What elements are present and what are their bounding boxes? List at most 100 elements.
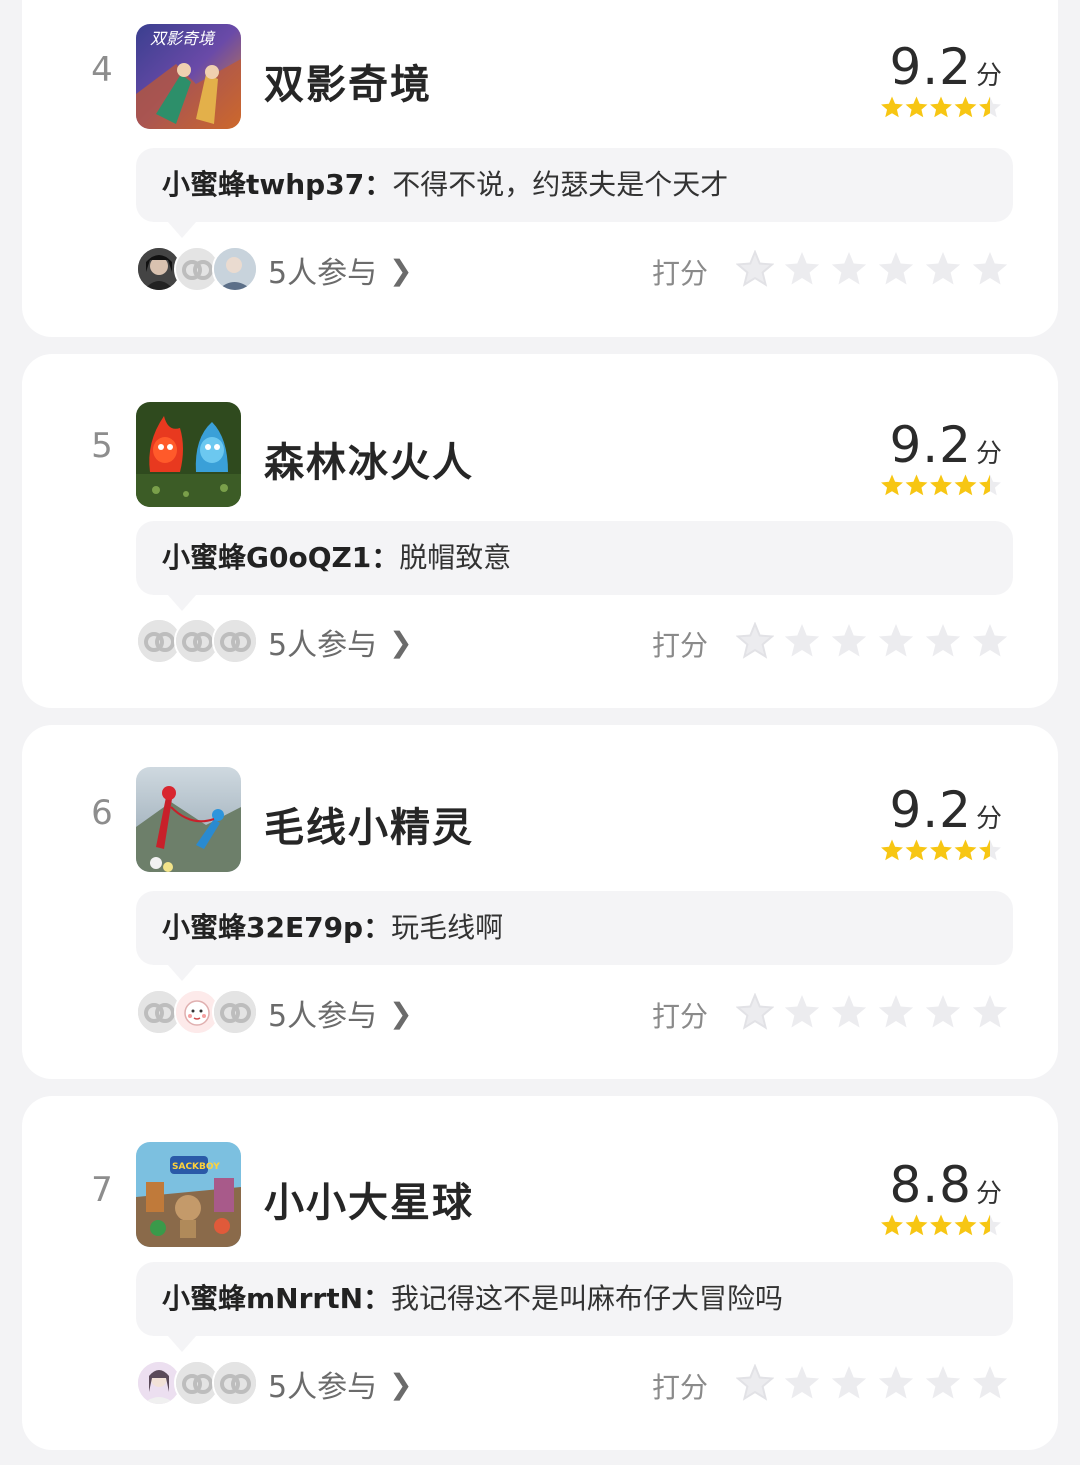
star-icon[interactable] — [830, 993, 868, 1031]
comment-user[interactable]: 小蜜蜂G0oQZ1： — [162, 541, 399, 574]
half-star-icon[interactable] — [736, 1364, 774, 1402]
cover-caption: 双影奇境 — [150, 29, 216, 48]
comment-text: 我记得这不是叫麻布仔大冒险吗 — [391, 1282, 784, 1315]
star-icon[interactable] — [783, 622, 821, 660]
score-value: 9.2 — [889, 38, 972, 96]
rating-star-icon — [905, 474, 928, 496]
chevron-right-icon: ❯ — [389, 625, 413, 659]
rate-label: 打分 — [652, 1000, 709, 1033]
participants-count: 5人参与 — [268, 256, 378, 291]
rating-star-icon — [979, 474, 1001, 496]
game-title[interactable]: 双影奇境 — [264, 52, 432, 110]
star-icon[interactable] — [830, 622, 868, 660]
rate-label: 打分 — [652, 1371, 709, 1404]
star-icon[interactable] — [877, 622, 915, 660]
rating-star-icon — [979, 839, 1001, 861]
avatar — [212, 1360, 258, 1406]
score-unit: 分 — [975, 439, 1002, 469]
average-rating-stars — [881, 96, 1001, 118]
rating-star-icon — [954, 96, 977, 118]
star-icon[interactable] — [877, 993, 915, 1031]
avatar — [212, 246, 258, 292]
sackboy-cover[interactable]: SACKBOY — [136, 1142, 241, 1247]
comment-text: 不得不说，约瑟夫是个天才 — [392, 168, 729, 201]
score-value: 9.2 — [889, 416, 972, 474]
rank-number: 4 — [91, 50, 113, 90]
score: 8.8 分 — [889, 1156, 1002, 1214]
top-comment[interactable]: 小蜜蜂mNrrtN：我记得这不是叫麻布仔大冒险吗 — [136, 1262, 1013, 1352]
star-icon[interactable] — [971, 1364, 1009, 1402]
top-comment[interactable]: 小蜜蜂G0oQZ1：脱帽致意 — [136, 521, 1013, 611]
star-icon[interactable] — [877, 250, 915, 288]
comment-user[interactable]: 小蜜蜂mNrrtN： — [162, 1282, 391, 1315]
rating-star-icon — [881, 96, 903, 118]
split-fiction-cover[interactable]: 双影奇境 — [136, 24, 241, 129]
comment-text: 脱帽致意 — [399, 541, 512, 574]
avatar — [212, 618, 258, 664]
top-comment[interactable]: 小蜜蜂twhp37：不得不说，约瑟夫是个天才 — [136, 148, 1013, 238]
rating-star-icon — [954, 1214, 977, 1236]
comment-text: 玩毛线啊 — [391, 911, 504, 944]
star-icon[interactable] — [783, 1364, 821, 1402]
star-icon[interactable] — [783, 250, 821, 288]
rating-star-icon — [979, 96, 1001, 118]
participants-link[interactable]: 5人参与 ❯ — [268, 1362, 413, 1406]
score: 9.2 分 — [889, 38, 1002, 96]
rating-star-icon — [930, 96, 952, 118]
star-icon[interactable] — [830, 1364, 868, 1402]
star-icon[interactable] — [924, 622, 962, 660]
game-card[interactable]: 4 双影奇境 双影奇境 9.2 分 小蜜蜂twhp37：不得不说，约瑟夫是个天才… — [22, 0, 1058, 337]
participants-count: 5人参与 — [268, 628, 378, 663]
average-rating-stars — [881, 839, 1001, 861]
unravel-cover[interactable] — [136, 767, 241, 872]
half-star-icon[interactable] — [736, 622, 774, 660]
rating-star-icon — [954, 474, 977, 496]
rating-star-icon — [905, 96, 928, 118]
cover-caption: SACKBOY — [172, 1162, 220, 1172]
star-icon[interactable] — [924, 993, 962, 1031]
rating-star-icon — [954, 839, 977, 861]
game-card[interactable]: 6 毛线小精灵 9.2 分 小蜜蜂32E79p：玩毛线啊 5人参与 ❯ 打分 — [22, 725, 1058, 1079]
game-title[interactable]: 毛线小精灵 — [264, 795, 474, 853]
score: 9.2 分 — [889, 416, 1002, 474]
rate-label: 打分 — [652, 257, 709, 290]
average-rating-stars — [881, 1214, 1001, 1236]
star-icon[interactable] — [783, 993, 821, 1031]
top-comment[interactable]: 小蜜蜂32E79p：玩毛线啊 — [136, 891, 1013, 981]
rating-star-icon — [979, 1214, 1001, 1236]
rating-star-icon — [881, 839, 903, 861]
rank-number: 7 — [91, 1170, 113, 1210]
star-icon[interactable] — [924, 1364, 962, 1402]
game-title[interactable]: 小小大星球 — [264, 1170, 474, 1228]
star-icon[interactable] — [971, 993, 1009, 1031]
comment-user[interactable]: 小蜜蜂32E79p： — [162, 911, 391, 944]
star-icon[interactable] — [971, 622, 1009, 660]
participants-link[interactable]: 5人参与 ❯ — [268, 248, 413, 292]
participants-link[interactable]: 5人参与 ❯ — [268, 991, 413, 1035]
star-icon[interactable] — [971, 250, 1009, 288]
rank-number: 5 — [91, 426, 113, 466]
fireboy-watergirl-cover[interactable] — [136, 402, 241, 507]
rate-label: 打分 — [652, 629, 709, 662]
game-card[interactable]: 7 SACKBOY 小小大星球 8.8 分 小蜜蜂mNrrtN：我记得这不是叫麻… — [22, 1096, 1058, 1450]
game-title[interactable]: 森林冰火人 — [264, 430, 474, 488]
game-card[interactable]: 5 森林冰火人 9.2 分 小蜜蜂G0oQZ1：脱帽致意 5人参与 ❯ 打分 — [22, 354, 1058, 708]
score-unit: 分 — [975, 61, 1002, 91]
score-unit: 分 — [975, 1179, 1002, 1209]
avatar — [212, 989, 258, 1035]
chevron-right-icon: ❯ — [389, 253, 413, 287]
rating-star-icon — [930, 474, 952, 496]
comment-user[interactable]: 小蜜蜂twhp37： — [162, 168, 392, 201]
half-star-icon[interactable] — [736, 250, 774, 288]
star-icon[interactable] — [830, 250, 868, 288]
participants-count: 5人参与 — [268, 999, 378, 1034]
score: 9.2 分 — [889, 781, 1002, 839]
rating-star-icon — [905, 839, 928, 861]
rating-star-icon — [881, 1214, 903, 1236]
star-icon[interactable] — [924, 250, 962, 288]
score-value: 8.8 — [889, 1156, 972, 1214]
star-icon[interactable] — [877, 1364, 915, 1402]
score-value: 9.2 — [889, 781, 972, 839]
participants-link[interactable]: 5人参与 ❯ — [268, 620, 413, 664]
half-star-icon[interactable] — [736, 993, 774, 1031]
